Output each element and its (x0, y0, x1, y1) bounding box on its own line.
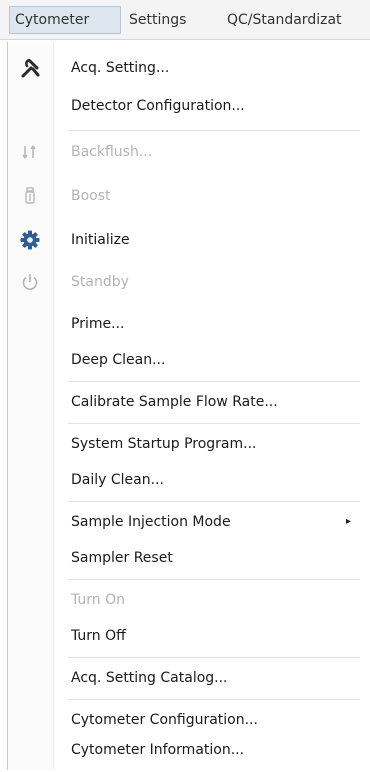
gear-icon (19, 229, 41, 251)
menubar-settings[interactable]: Settings (124, 6, 219, 34)
menu-separator (68, 130, 360, 131)
menu-item-label: Detector Configuration... (71, 98, 245, 114)
menu-item-system-startup-program[interactable]: System Startup Program... (8, 426, 368, 462)
menu-bar: Cytometer Settings QC/Standardizat (0, 0, 370, 40)
backflush-icon (19, 141, 41, 163)
menu-item-sample-injection-mode[interactable]: Sample Injection Mode ▸ (8, 504, 368, 540)
menu-item-label: Backflush... (71, 144, 153, 160)
menu-separator (68, 579, 360, 580)
menu-item-label: System Startup Program... (71, 436, 257, 452)
menu-item-label: Acq. Setting... (71, 60, 170, 76)
menu-item-boost: Boost (8, 178, 368, 214)
menu-item-label: Acq. Setting Catalog... (71, 670, 228, 686)
menu-item-cytometer-information[interactable]: Cytometer Information... (8, 732, 368, 768)
menu-item-label: Daily Clean... (71, 472, 164, 488)
menu-item-label: Sampler Reset (71, 550, 173, 566)
window: Cytometer Settings QC/Standardizat Acq. … (0, 0, 370, 772)
menu-item-sampler-reset[interactable]: Sampler Reset (8, 540, 368, 576)
menu-item-acq-setting-catalog[interactable]: Acq. Setting Catalog... (8, 660, 368, 696)
menu-item-detector-configuration[interactable]: Detector Configuration... (8, 88, 368, 124)
menu-item-deep-clean[interactable]: Deep Clean... (8, 342, 368, 378)
menubar-qc-standardization[interactable]: QC/Standardizat (222, 6, 370, 34)
menu-separator (68, 501, 360, 502)
cytometer-dropdown-menu: Acq. Setting... Detector Configuration..… (7, 42, 367, 770)
menubar-cytometer[interactable]: Cytometer (9, 6, 121, 34)
menu-item-label: Prime... (71, 316, 125, 332)
menu-item-backflush: Backflush... (8, 134, 368, 170)
menu-item-label: Cytometer Information... (71, 742, 245, 758)
menu-item-turn-on: Turn On (8, 582, 368, 618)
menu-item-label: Turn Off (71, 628, 126, 644)
menu-item-acq-setting[interactable]: Acq. Setting... (8, 50, 368, 86)
menu-item-calibrate-sample-flow-rate[interactable]: Calibrate Sample Flow Rate... (8, 384, 368, 420)
menu-item-label: Standby (71, 274, 129, 290)
menu-item-label: Sample Injection Mode (71, 514, 231, 530)
menu-item-daily-clean[interactable]: Daily Clean... (8, 462, 368, 498)
menu-separator (68, 381, 360, 382)
submenu-arrow-icon: ▸ (346, 516, 352, 527)
menu-item-turn-off[interactable]: Turn Off (8, 618, 368, 654)
menu-separator (68, 423, 360, 424)
boost-icon (19, 185, 41, 207)
power-icon (19, 271, 41, 293)
menu-item-label: Boost (71, 188, 111, 204)
menu-item-standby: Standby (8, 264, 368, 300)
menu-separator (68, 699, 360, 700)
menu-item-initialize[interactable]: Initialize (8, 222, 368, 258)
menu-separator (68, 657, 360, 658)
menu-item-label: Initialize (71, 232, 130, 248)
menu-item-label: Turn On (71, 592, 126, 608)
menu-item-label: Calibrate Sample Flow Rate... (71, 394, 278, 410)
wrench-icon (19, 57, 41, 79)
menu-item-prime[interactable]: Prime... (8, 306, 368, 342)
menu-item-label: Deep Clean... (71, 352, 166, 368)
